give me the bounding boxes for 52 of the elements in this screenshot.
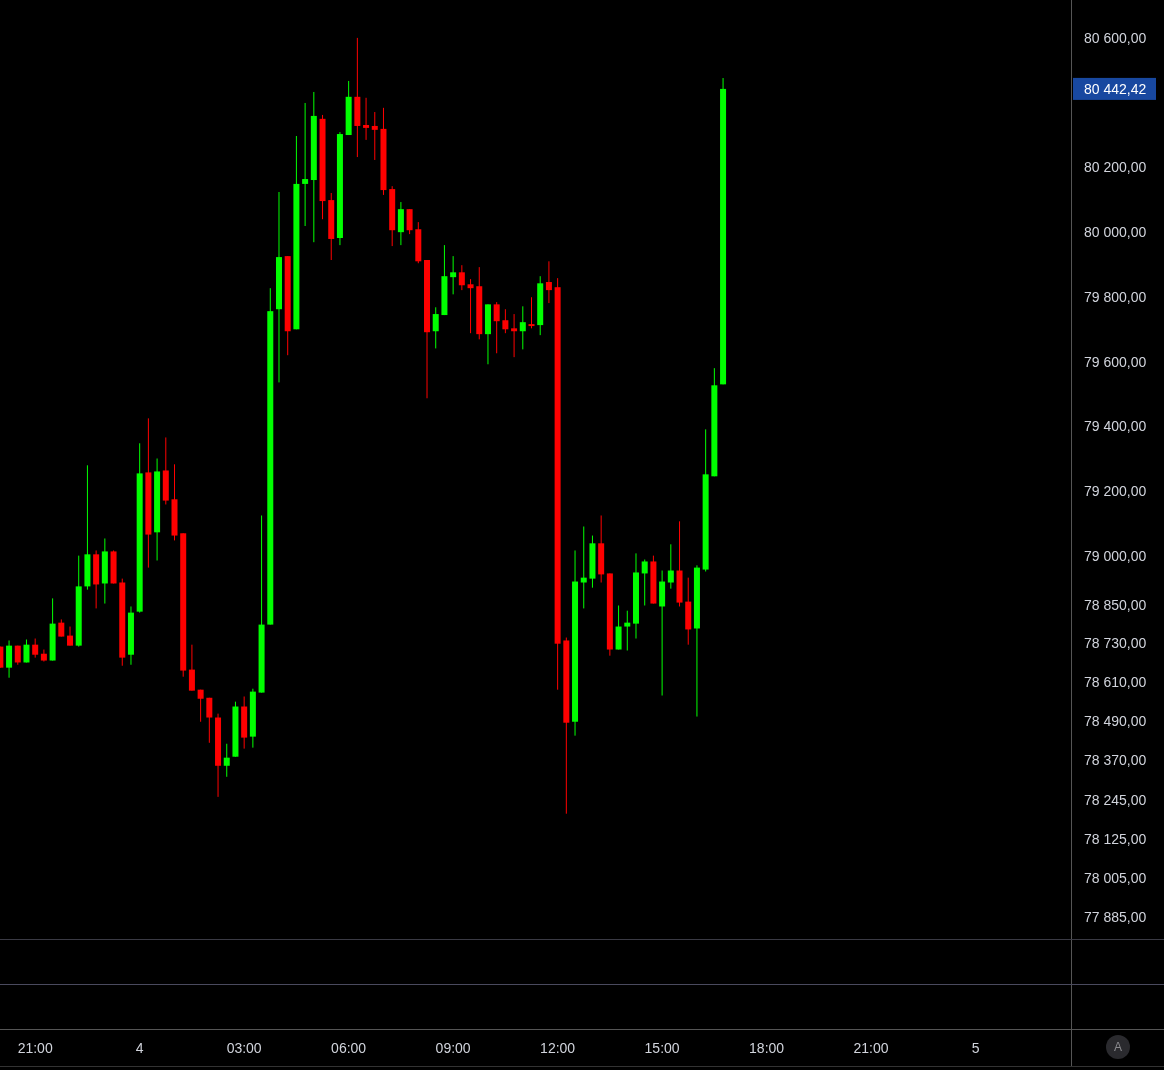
axis-label: 03:00 <box>226 1040 262 1056</box>
axis-label: 5 <box>971 1040 980 1056</box>
axis-label: 78 610,00 <box>1084 674 1147 691</box>
axis-label: 79 800,00 <box>1084 288 1147 305</box>
price-label: 80 442,42 <box>1073 77 1156 100</box>
axis-label: 79 000,00 <box>1084 547 1147 564</box>
axis-label: 18:00 <box>749 1040 785 1056</box>
axis-label: 79 200,00 <box>1084 483 1147 500</box>
axis-label: 78 490,00 <box>1084 713 1147 730</box>
axis-label: 80 000,00 <box>1084 224 1147 241</box>
axis-label: 09:00 <box>435 1040 471 1056</box>
axis-label: 80 600,00 <box>1084 29 1147 46</box>
axis-label: 78 850,00 <box>1084 596 1147 613</box>
candlestick <box>615 605 622 650</box>
candlestick <box>589 535 596 588</box>
candlestick <box>67 626 73 646</box>
candlestick <box>406 209 413 235</box>
candlestick <box>467 279 474 334</box>
axis-label: 15:00 <box>644 1040 680 1056</box>
axis-label: 06:00 <box>331 1040 367 1056</box>
axis-label: 4 <box>135 1040 144 1056</box>
candlestick <box>502 309 509 334</box>
candlestick <box>493 302 500 354</box>
candlestick <box>58 619 65 637</box>
axis-label: 78 005,00 <box>1084 870 1147 887</box>
candlestick <box>345 80 352 135</box>
axis-label: 78 245,00 <box>1084 792 1147 809</box>
candlestick <box>110 550 117 584</box>
candlestick <box>441 245 448 316</box>
candlestick <box>415 222 422 264</box>
axis-label: 78 370,00 <box>1084 751 1147 768</box>
axis-label: 78 125,00 <box>1084 831 1147 848</box>
auto-scale-button[interactable]: A <box>1106 1035 1130 1059</box>
candlestick <box>0 646 4 668</box>
candlestick <box>624 610 631 651</box>
axis-label: 79 400,00 <box>1084 418 1147 435</box>
axis-label: 77 885,00 <box>1084 909 1147 925</box>
candlestick <box>23 639 30 663</box>
axis-label: 80 200,00 <box>1084 159 1147 176</box>
candlestick <box>206 697 213 743</box>
candlestick <box>528 297 535 329</box>
axis-label: 21:00 <box>17 1040 53 1056</box>
candlestick <box>49 598 56 661</box>
candlestick <box>641 559 648 606</box>
candlestick <box>650 555 657 604</box>
candlestick <box>232 701 239 757</box>
axis-label: 79 600,00 <box>1084 353 1147 370</box>
candlestick <box>197 689 204 722</box>
axis-label: 78 730,00 <box>1084 635 1147 652</box>
axis-label: 12:00 <box>540 1040 576 1056</box>
candlestick <box>432 307 439 349</box>
axis-label: 21:00 <box>853 1040 889 1056</box>
